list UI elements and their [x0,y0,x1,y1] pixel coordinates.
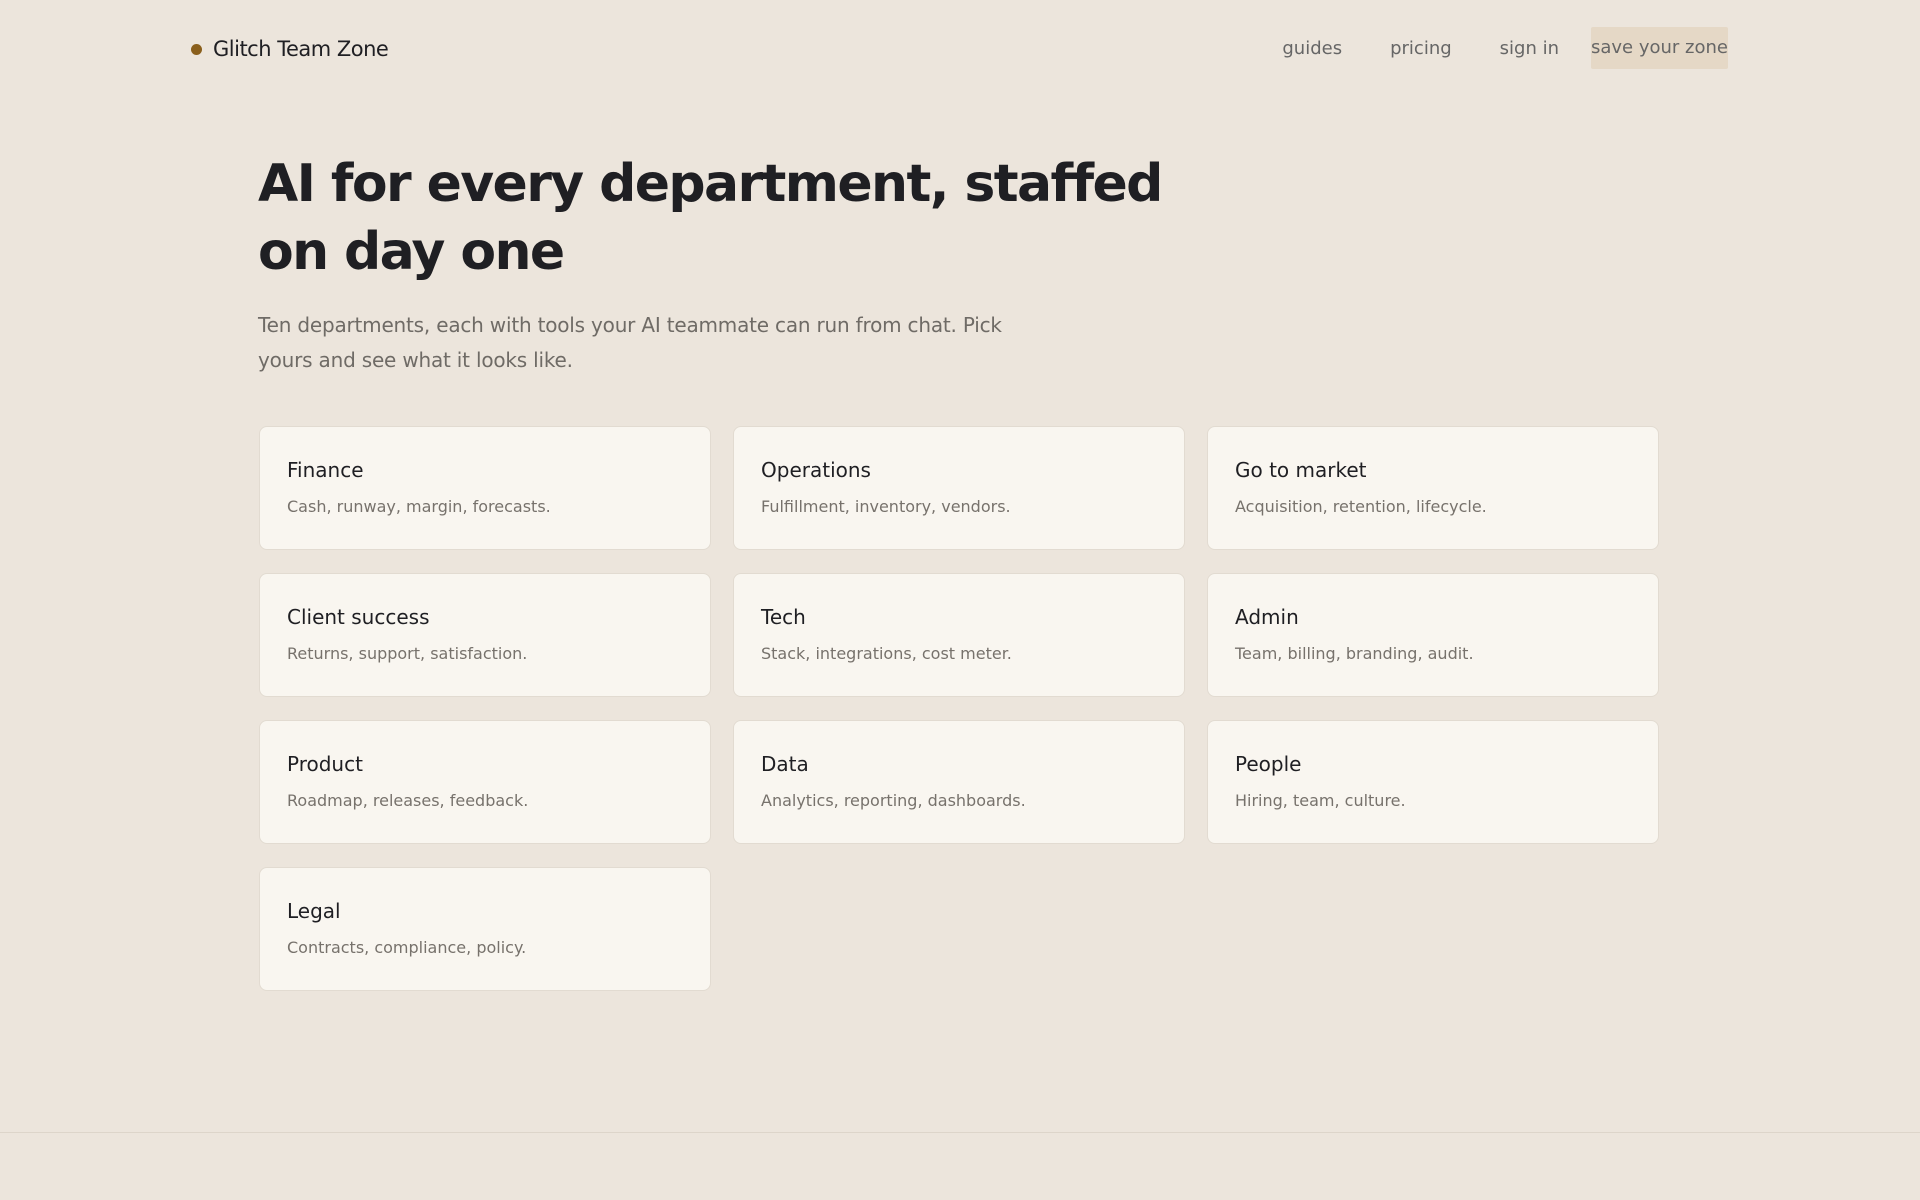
brand-name: Glitch Team Zone [213,37,389,61]
department-card-title: Data [761,752,809,776]
department-card-description: Acquisition, retention, lifecycle. [1235,497,1487,516]
top-navigation: Glitch Team Zone guides pricing sign in … [0,0,1920,98]
main-nav: guides pricing sign in save your zone [1282,27,1728,69]
department-card-data[interactable]: Data Analytics, reporting, dashboards. [733,720,1185,844]
department-card-operations[interactable]: Operations Fulfillment, inventory, vendo… [733,426,1185,550]
department-card-title: Client success [287,605,430,629]
department-card-description: Contracts, compliance, policy. [287,938,527,957]
footer-divider [0,1132,1920,1133]
save-your-zone-button[interactable]: save your zone [1591,27,1728,69]
department-card-product[interactable]: Product Roadmap, releases, feedback. [259,720,711,844]
page-title: AI for every department, staffed on day … [258,154,1163,282]
hero-section: AI for every department, staffed on day … [258,150,1188,378]
nav-link-guides[interactable]: guides [1282,38,1342,59]
department-card-description: Cash, runway, margin, forecasts. [287,497,551,516]
department-card-title: Admin [1235,605,1299,629]
department-card-admin[interactable]: Admin Team, billing, branding, audit. [1207,573,1659,697]
department-card-people[interactable]: People Hiring, team, culture. [1207,720,1659,844]
department-card-description: Team, billing, branding, audit. [1235,644,1474,663]
brand-logo[interactable]: Glitch Team Zone [191,34,389,64]
page-subtitle: Ten departments, each with tools your AI… [258,313,1002,372]
department-card-description: Analytics, reporting, dashboards. [761,791,1026,810]
department-card-finance[interactable]: Finance Cash, runway, margin, forecasts. [259,426,711,550]
nav-link-pricing[interactable]: pricing [1390,38,1452,59]
department-card-legal[interactable]: Legal Contracts, compliance, policy. [259,867,711,991]
department-card-description: Fulfillment, inventory, vendors. [761,497,1011,516]
nav-link-sign-in[interactable]: sign in [1500,38,1559,59]
department-card-tech[interactable]: Tech Stack, integrations, cost meter. [733,573,1185,697]
department-card-title: Go to market [1235,458,1367,482]
department-card-title: Tech [761,605,806,629]
department-card-description: Roadmap, releases, feedback. [287,791,529,810]
department-card-title: Product [287,752,363,776]
department-card-description: Returns, support, satisfaction. [287,644,528,663]
department-grid: Finance Cash, runway, margin, forecasts.… [259,426,1662,991]
department-card-description: Stack, integrations, cost meter. [761,644,1012,663]
department-card-description: Hiring, team, culture. [1235,791,1406,810]
department-card-client-success[interactable]: Client success Returns, support, satisfa… [259,573,711,697]
department-card-title: People [1235,752,1302,776]
department-card-go-to-market[interactable]: Go to market Acquisition, retention, lif… [1207,426,1659,550]
department-card-title: Finance [287,458,364,482]
department-card-title: Operations [761,458,871,482]
department-card-title: Legal [287,899,341,923]
brand-dot-icon [191,43,202,55]
